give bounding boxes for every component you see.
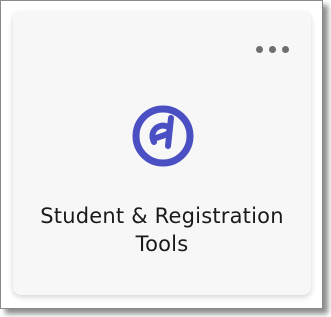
screenshot-frame: Student & Registration Tools xyxy=(0,0,323,309)
student-registration-logo-icon xyxy=(132,105,194,167)
more-horizontal-icon-dot-3 xyxy=(282,46,289,53)
tile-title: Student & Registration Tools xyxy=(40,204,284,256)
more-horizontal-icon-dot-2 xyxy=(269,46,276,53)
app-tile[interactable]: Student & Registration Tools xyxy=(13,12,311,295)
more-horizontal-icon-dot-1 xyxy=(256,46,263,53)
more-options-button[interactable] xyxy=(256,46,289,53)
